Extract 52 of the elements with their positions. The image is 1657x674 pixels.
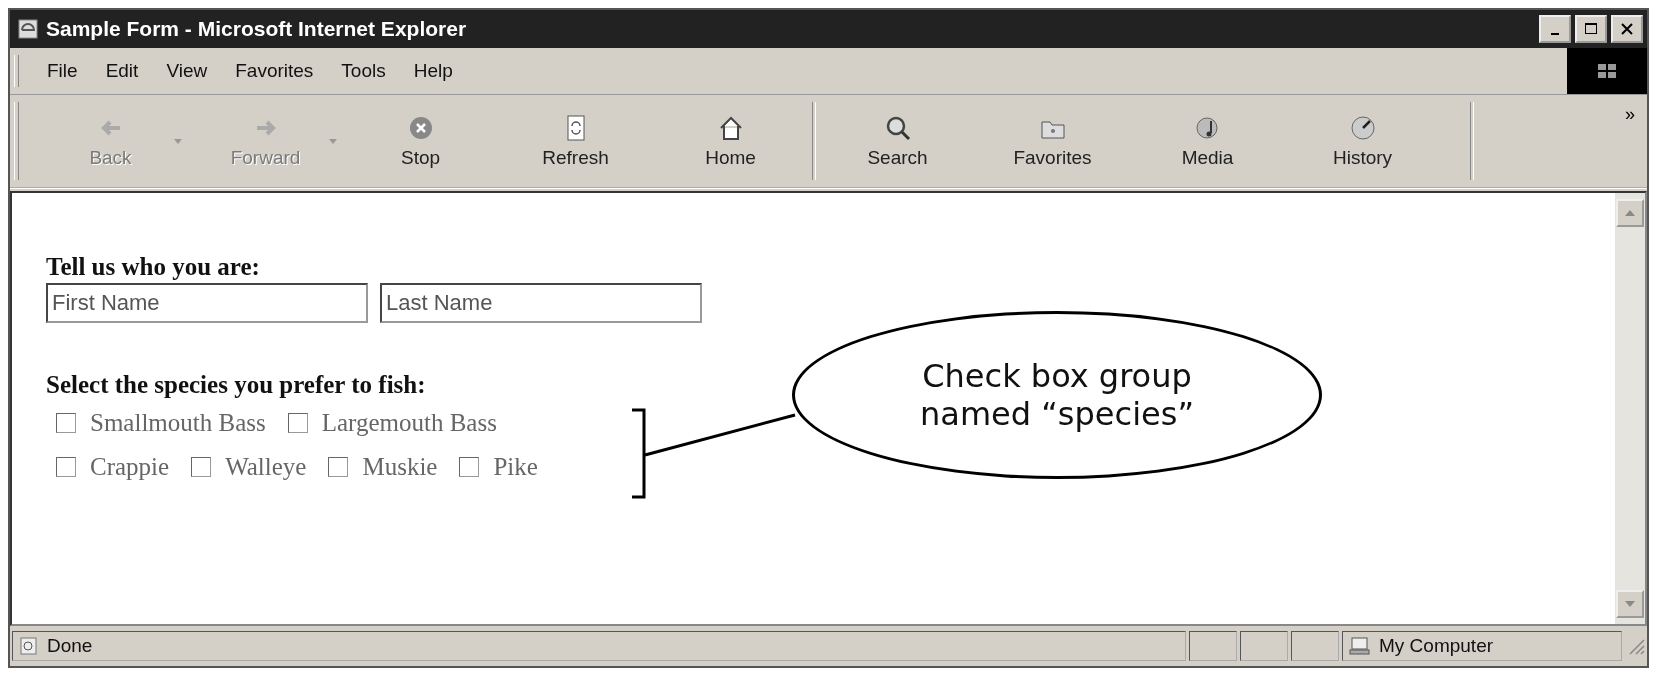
scroll-up-button[interactable] bbox=[1616, 199, 1644, 227]
close-button[interactable] bbox=[1611, 15, 1643, 43]
toolbar-button[interactable]: Media bbox=[1130, 99, 1285, 183]
toolbar-button[interactable]: Refresh bbox=[498, 99, 653, 183]
page-icon bbox=[16, 18, 40, 40]
down-arrow-icon bbox=[1625, 601, 1635, 607]
checkbox-label: Largemouth Bass bbox=[321, 409, 497, 437]
more-button[interactable]: » bbox=[1619, 103, 1641, 126]
page-icon bbox=[19, 637, 39, 655]
minimize-icon bbox=[1551, 33, 1559, 35]
callout-text: Check box group bbox=[922, 357, 1192, 395]
text-field[interactable]: First Name bbox=[46, 283, 368, 323]
form-heading: Tell us who you are: bbox=[46, 253, 260, 281]
status-panel bbox=[1189, 631, 1237, 661]
checkbox[interactable] bbox=[56, 457, 76, 477]
checkbox[interactable] bbox=[328, 457, 349, 477]
toolbar-button[interactable]: History bbox=[1285, 99, 1440, 183]
checkbox[interactable] bbox=[56, 413, 76, 433]
menu-item[interactable]: Tools bbox=[341, 60, 386, 82]
toolbar-button[interactable]: Stop bbox=[343, 99, 498, 183]
form-heading: Select the species you prefer to fish: bbox=[46, 371, 426, 399]
menu-item[interactable]: Favorites bbox=[235, 60, 314, 82]
window-title: Sample Form - Microsoft Internet Explorer bbox=[46, 17, 468, 41]
checkbox-label: Crappie bbox=[90, 453, 170, 481]
checkbox[interactable] bbox=[287, 413, 308, 433]
menu-item[interactable]: File bbox=[47, 60, 78, 82]
text-field[interactable]: Last Name bbox=[380, 283, 702, 323]
zone-text: My Computer bbox=[1379, 635, 1494, 657]
checkbox-label: Muskie bbox=[362, 453, 438, 481]
menu-item[interactable]: Edit bbox=[105, 60, 139, 82]
status-text: Done bbox=[47, 635, 93, 657]
menu-item[interactable]: View bbox=[166, 60, 208, 82]
checkbox[interactable] bbox=[459, 457, 480, 477]
up-arrow-icon bbox=[1625, 210, 1635, 216]
close-icon bbox=[1620, 22, 1634, 36]
maximize-icon bbox=[1584, 22, 1598, 36]
resize-grip-icon bbox=[1627, 637, 1645, 655]
status-panel bbox=[1291, 631, 1339, 661]
scrollbar[interactable] bbox=[1615, 193, 1645, 624]
checkbox-label: Smallmouth Bass bbox=[90, 409, 266, 437]
computer-icon bbox=[1349, 637, 1371, 655]
scroll-down-button[interactable] bbox=[1616, 590, 1644, 618]
status-panel bbox=[1240, 631, 1288, 661]
menu-item[interactable]: Help bbox=[413, 60, 453, 82]
checkbox[interactable] bbox=[191, 457, 212, 477]
toolbar-button[interactable]: Search bbox=[820, 99, 975, 183]
callout-text: named “species” bbox=[920, 395, 1194, 433]
toolbar-button[interactable]: Home bbox=[653, 99, 808, 183]
checkbox-label: Walleye bbox=[225, 453, 307, 481]
checkbox-label: Pike bbox=[493, 453, 538, 481]
maximize-button[interactable] bbox=[1575, 15, 1607, 43]
toolbar-button[interactable]: Favorites bbox=[975, 99, 1130, 183]
